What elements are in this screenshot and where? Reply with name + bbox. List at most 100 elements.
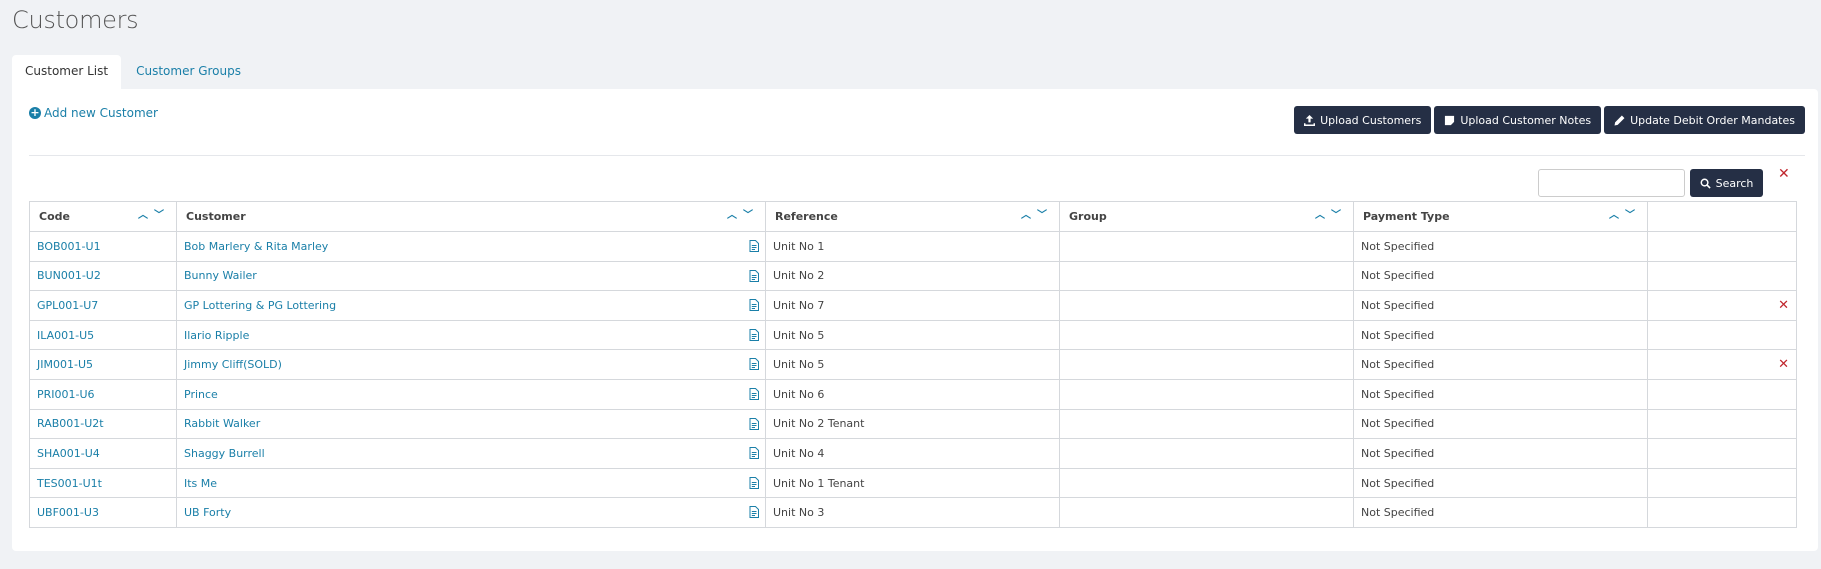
cell-payment-type: Not Specified: [1353, 231, 1648, 262]
cell-reference: Unit No 1: [765, 231, 1060, 262]
cell-code: JIM001-U5: [29, 349, 177, 380]
cell-code: ILA001-U5: [29, 319, 177, 351]
delete-row-icon[interactable]: ✕: [1778, 357, 1789, 372]
search-button[interactable]: Search: [1690, 169, 1763, 197]
sort-desc-icon[interactable]: ﹀: [154, 211, 164, 221]
customer-code-link[interactable]: UBF001-U3: [37, 506, 99, 519]
customer-name-link[interactable]: Ilario Ripple: [184, 329, 249, 342]
cell-actions: [1647, 408, 1797, 440]
customer-code-link[interactable]: JIM001-U5: [37, 358, 93, 371]
search-input[interactable]: [1538, 169, 1685, 197]
cell-reference: Unit No 5: [765, 319, 1060, 351]
document-icon[interactable]: [749, 447, 759, 460]
cell-reference: Unit No 3: [765, 497, 1060, 528]
cell-reference: Unit No 5: [765, 349, 1060, 380]
table-row: RAB001-U2t Rabbit Walker Unit No 2 Tenant N…: [29, 408, 1797, 440]
cell-payment-type: Not Specified: [1353, 408, 1648, 440]
customer-name-link[interactable]: Prince: [184, 388, 218, 401]
customer-code-link[interactable]: SHA001-U4: [37, 447, 100, 460]
cell-payment-type: Not Specified: [1353, 349, 1648, 380]
cell-group: [1059, 290, 1354, 321]
table-row: GPL001-U7 GP Lottering & PG Lottering Unit…: [29, 290, 1797, 321]
customer-name-link[interactable]: GP Lottering & PG Lottering: [184, 299, 336, 312]
note-icon: [1445, 115, 1455, 125]
sort-desc-icon[interactable]: ﹀: [1037, 211, 1047, 221]
cell-code: SHA001-U4: [29, 438, 177, 469]
document-icon[interactable]: [749, 417, 759, 430]
tab-bar: Customer List Customer Groups: [12, 55, 254, 90]
cell-actions: [1647, 319, 1797, 351]
column-header-customer: Customer ︿ ﹀: [176, 201, 766, 232]
sort-asc-icon[interactable]: ︿: [727, 211, 737, 221]
customer-name-link[interactable]: Jimmy Cliff(SOLD): [184, 358, 282, 371]
sort-asc-icon[interactable]: ︿: [1609, 211, 1619, 221]
tab-customer-groups[interactable]: Customer Groups: [123, 55, 254, 89]
cell-reference: Unit No 2: [765, 260, 1060, 292]
add-new-customer-link[interactable]: + Add new Customer: [29, 106, 158, 120]
customer-name-link[interactable]: UB Forty: [184, 506, 231, 519]
customer-code-link[interactable]: BUN001-U2: [37, 269, 101, 282]
upload-customer-notes-button[interactable]: Upload Customer Notes: [1434, 106, 1602, 134]
document-icon[interactable]: [749, 387, 759, 400]
cell-payment-type: Not Specified: [1353, 378, 1648, 410]
table-row: PRI001-U6 Prince Unit No 6 Not Specified: [29, 378, 1797, 410]
upload-customers-button[interactable]: Upload Customers: [1294, 106, 1432, 134]
table-row: TES001-U1t Its Me Unit No 1 Tenant Not Spec…: [29, 467, 1797, 499]
customer-name-link[interactable]: Its Me: [184, 477, 217, 490]
customer-name-link[interactable]: Shaggy Burrell: [184, 447, 265, 460]
sort-desc-icon[interactable]: ﹀: [1625, 211, 1635, 221]
cell-customer: Jimmy Cliff(SOLD): [176, 349, 766, 380]
document-icon[interactable]: [749, 299, 759, 312]
sort-desc-icon[interactable]: ﹀: [743, 211, 753, 221]
cell-payment-type: Not Specified: [1353, 497, 1648, 528]
customer-code-link[interactable]: BOB001-U1: [37, 240, 101, 253]
table-row: ILA001-U5 Ilario Ripple Unit No 5 Not Speci…: [29, 319, 1797, 351]
cell-actions: [1647, 231, 1797, 262]
cell-actions: [1647, 467, 1797, 499]
customer-code-link[interactable]: PRI001-U6: [37, 388, 95, 401]
upload-customer-notes-label: Upload Customer Notes: [1460, 113, 1592, 127]
delete-row-icon[interactable]: ✕: [1778, 298, 1789, 313]
cell-payment-type: Not Specified: [1353, 438, 1648, 469]
cell-payment-type: Not Specified: [1353, 290, 1648, 321]
upload-icon: [1304, 114, 1316, 126]
column-label: Code: [39, 210, 70, 223]
update-debit-order-mandates-button[interactable]: Update Debit Order Mandates: [1604, 106, 1805, 134]
document-icon[interactable]: [749, 358, 759, 371]
customer-code-link[interactable]: GPL001-U7: [37, 299, 98, 312]
cell-group: [1059, 408, 1354, 440]
clear-search-icon[interactable]: ✕: [1778, 166, 1790, 182]
cell-actions: [1647, 438, 1797, 469]
plus-circle-icon: +: [29, 106, 41, 119]
cell-code: GPL001-U7: [29, 290, 177, 321]
sort-asc-icon[interactable]: ︿: [1315, 211, 1325, 221]
customer-code-link[interactable]: RAB001-U2t: [37, 417, 104, 430]
sort-asc-icon[interactable]: ︿: [1021, 211, 1031, 221]
document-icon[interactable]: [749, 269, 759, 282]
customer-name-link[interactable]: Bunny Wailer: [184, 269, 257, 282]
cell-code: TES001-U1t: [29, 467, 177, 499]
document-icon[interactable]: [749, 240, 759, 252]
customer-name-link[interactable]: Rabbit Walker: [184, 417, 260, 430]
document-icon[interactable]: [749, 328, 759, 341]
cell-reference: Unit No 7: [765, 290, 1060, 321]
cell-group: [1059, 438, 1354, 469]
update-debit-order-mandates-label: Update Debit Order Mandates: [1630, 113, 1795, 127]
customer-code-link[interactable]: TES001-U1t: [37, 477, 102, 490]
sort-desc-icon[interactable]: ﹀: [1331, 211, 1341, 221]
document-icon[interactable]: [749, 506, 759, 519]
search-icon: [1700, 178, 1711, 189]
cell-group: [1059, 349, 1354, 380]
page-title: Customers: [12, 6, 139, 34]
cell-reference: Unit No 4: [765, 438, 1060, 469]
cell-actions: ✕: [1647, 349, 1797, 380]
document-icon[interactable]: [749, 476, 759, 489]
add-new-customer-label: Add new Customer: [44, 106, 158, 120]
customer-name-link[interactable]: Bob Marlery & Rita Marley: [184, 240, 328, 253]
customer-code-link[interactable]: ILA001-U5: [37, 329, 94, 342]
upload-customers-label: Upload Customers: [1320, 113, 1422, 127]
sort-asc-icon[interactable]: ︿: [138, 211, 148, 221]
tab-customer-list[interactable]: Customer List: [12, 55, 122, 90]
cell-customer: Bunny Wailer: [176, 260, 766, 292]
column-label: Reference: [775, 210, 838, 223]
